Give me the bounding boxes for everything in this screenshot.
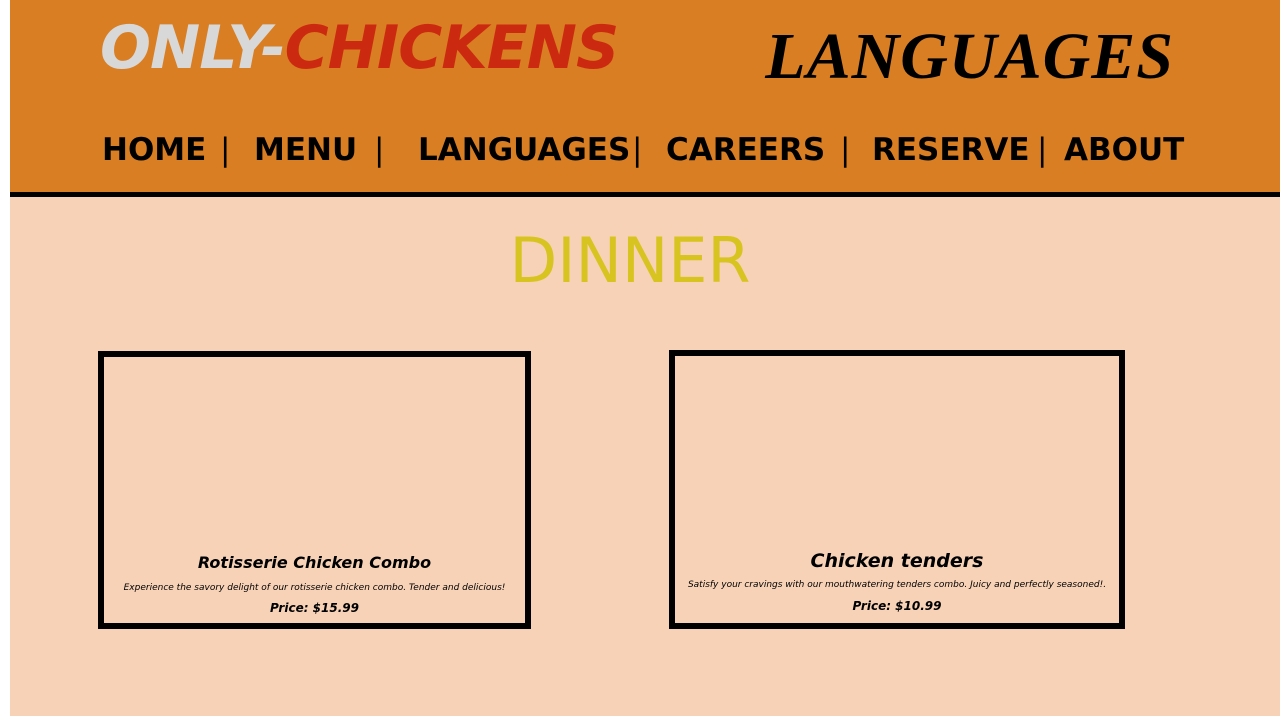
menu-item-image xyxy=(675,356,1119,546)
nav-separator: | xyxy=(840,132,851,168)
menu-card[interactable]: Rotisserie Chicken Combo Experience the … xyxy=(98,351,531,629)
menu-item-description: Satisfy your cravings with our mouthwate… xyxy=(687,580,1107,590)
menu-item-description: Experience the savory delight of our rot… xyxy=(123,583,506,593)
site-logo[interactable]: ONLY-CHICKENS xyxy=(100,18,619,78)
menu-item-price: Price: $15.99 xyxy=(270,601,359,615)
nav-separator: | xyxy=(632,132,643,168)
nav-item-careers[interactable]: CAREERS xyxy=(666,130,825,170)
nav-separator: | xyxy=(220,132,231,168)
nav-item-menu[interactable]: MENU xyxy=(254,130,357,170)
menu-item-price: Price: $10.99 xyxy=(852,599,942,613)
site-header: ONLY-CHICKENS LANGUAGES HOME | MENU | LA… xyxy=(10,0,1280,197)
nav-item-about[interactable]: ABOUT xyxy=(1064,130,1184,170)
nav-separator: | xyxy=(374,132,385,168)
nav-item-home[interactable]: HOME xyxy=(102,130,206,170)
page-heading: LANGUAGES xyxy=(765,20,1174,93)
menu-item-image xyxy=(104,357,525,547)
menu-item-name: Chicken tenders xyxy=(810,550,984,572)
section-title: DINNER xyxy=(509,224,751,297)
menu-card[interactable]: Chicken tenders Satisfy your cravings wi… xyxy=(669,350,1125,629)
nav-item-reserve[interactable]: RESERVE xyxy=(872,130,1030,170)
logo-text-only: ONLY- xyxy=(100,13,286,83)
nav-separator: | xyxy=(1037,132,1048,168)
menu-item-name: Rotisserie Chicken Combo xyxy=(197,553,432,572)
nav-item-languages[interactable]: LANGUAGES xyxy=(418,130,630,170)
logo-text-chickens: CHICKENS xyxy=(284,13,620,83)
page: ONLY-CHICKENS LANGUAGES HOME | MENU | LA… xyxy=(10,0,1280,716)
